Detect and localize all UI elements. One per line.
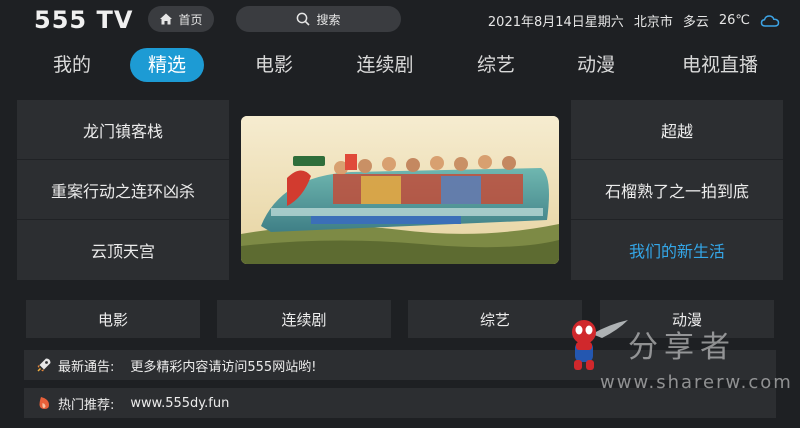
featured-poster[interactable] [241,116,559,264]
temperature-text: 26℃ [718,13,750,28]
poster-image [241,116,559,264]
list-item[interactable]: 石榴熟了之一拍到底 [571,160,783,220]
tab-variety[interactable]: 综艺 [468,48,524,82]
weather-text: 多云 [682,15,709,30]
category-button-movies[interactable]: 电影 [26,300,200,338]
notice-label: 最新通告: [58,359,115,375]
tab-anime[interactable]: 动漫 [568,48,624,82]
home-icon [160,13,173,25]
rocket-icon [37,358,51,372]
date-text: 2021年8月14日星期六 [487,15,624,30]
recommend-label: 热门推荐: [58,397,115,413]
city-text: 北京市 [633,15,673,30]
notice-text: 更多精彩内容请访问555网站哟! [130,359,317,375]
tab-movies[interactable]: 电影 [246,48,302,82]
list-item[interactable]: 龙门镇客栈 [17,100,229,160]
search-input[interactable]: 搜索 [236,6,401,32]
right-title-list: 超越 石榴熟了之一拍到底 我们的新生活 [571,100,783,280]
status-bar: 2021年8月14日星期六 北京市 多云 26℃ [488,11,780,30]
tab-series[interactable]: 连续剧 [350,48,420,82]
watermark-text: 分享者 [628,330,736,365]
search-placeholder: 搜索 [316,12,341,27]
list-item-selected[interactable]: 我们的新生活 [571,220,783,280]
tab-mine[interactable]: 我的 [44,48,100,82]
home-label: 首页 [178,12,203,27]
category-button-variety[interactable]: 综艺 [408,300,582,338]
category-button-series[interactable]: 连续剧 [217,300,391,338]
list-item[interactable]: 云顶天宫 [17,220,229,280]
left-title-list: 龙门镇客栈 重案行动之连环凶杀 云顶天宫 [17,100,229,280]
search-icon [297,12,311,26]
tab-live-tv[interactable]: 电视直播 [674,48,766,82]
tab-featured[interactable]: 精选 [130,48,205,82]
watermark-mascot [572,320,628,370]
category-tabs: 我的 精选 电影 连续剧 综艺 动漫 电视直播 [0,48,800,82]
list-item[interactable]: 超越 [571,100,783,160]
watermark-url: www.sharerw.com [600,372,793,393]
cloud-icon [760,14,780,27]
list-item[interactable]: 重案行动之连环凶杀 [17,160,229,220]
hot-icon [39,397,49,409]
app-logo: 555 TV [34,6,134,34]
recommend-text[interactable]: www.555dy.fun [130,396,229,411]
home-button[interactable]: 首页 [148,6,214,32]
